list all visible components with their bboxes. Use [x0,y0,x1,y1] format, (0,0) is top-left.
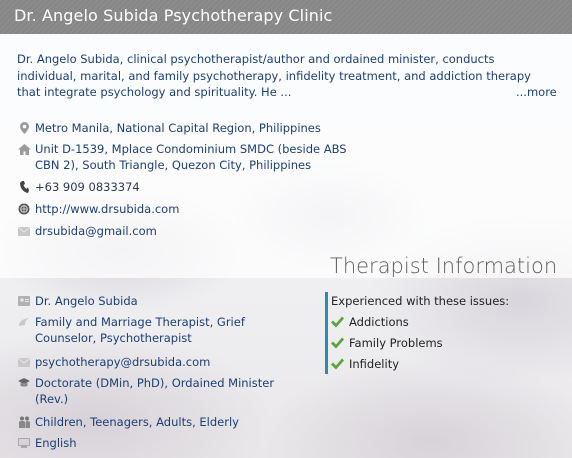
issue-label: Infidelity [349,357,400,371]
envelope-icon [17,355,31,369]
email-row[interactable]: drsubida@gmail.com [17,223,157,239]
checkmark-icon [331,337,344,349]
degree-text: Doctorate (DMin, PhD), Ordained Minister… [35,376,275,406]
language-text: English [35,436,77,450]
website-row[interactable]: http://www.drsubida.com [17,201,179,217]
language-icon [17,436,31,450]
phone-icon [17,180,31,194]
issue-item: Infidelity [331,356,399,372]
header-bar: Dr. Angelo Subida Psychotherapy Clinic [0,0,572,34]
envelope-icon [17,224,31,238]
description-text: Dr. Angelo Subida, clinical psychotherap… [17,52,531,99]
person-icon [17,294,31,308]
issue-label: Addictions [349,315,409,329]
ages-row: Children, Teenagers, Adults, Elderly [17,414,239,430]
email-link[interactable]: drsubida@gmail.com [35,223,157,239]
home-icon [17,142,31,156]
issues-accent-bar [325,292,328,374]
address-text: Unit D-1539, Mplace Condominium SMDC (be… [35,142,347,172]
issue-item: Addictions [331,314,409,330]
page-title: Dr. Angelo Subida Psychotherapy Clinic [14,6,333,25]
checkmark-icon [331,358,344,370]
therapist-email-row[interactable]: psychotherapy@drsubida.com [17,354,210,370]
address-row: Unit D-1539, Mplace Condominium SMDC (be… [17,141,347,173]
graduation-cap-icon [17,376,31,390]
degree-row: Doctorate (DMin, PhD), Ordained Minister… [17,375,302,407]
issues-title: Experienced with these issues: [331,294,510,308]
map-pin-icon [17,121,31,135]
therapist-email-link[interactable]: psychotherapy@drsubida.com [35,354,210,370]
speech-icon [17,315,31,329]
people-icon [17,415,31,429]
location-row: Metro Manila, National Capital Region, P… [17,120,321,136]
phone-text: +63 909 0833374 [35,180,140,194]
therapist-name-row: Dr. Angelo Subida [17,293,138,309]
globe-icon [17,202,31,216]
section-title: Therapist Information [330,254,558,278]
therapist-titles-row: Family and Marriage Therapist, Grief Cou… [17,314,302,346]
website-link[interactable]: http://www.drsubida.com [35,201,179,217]
more-link[interactable]: ...more [516,85,557,99]
therapist-name: Dr. Angelo Subida [35,294,138,308]
language-row: English [17,435,77,451]
checkmark-icon [331,316,344,328]
issue-label: Family Problems [349,336,443,350]
location-text: Metro Manila, National Capital Region, P… [35,121,321,135]
issue-item: Family Problems [331,335,443,351]
phone-row: +63 909 0833374 [17,179,140,195]
ages-text: Children, Teenagers, Adults, Elderly [35,415,239,429]
therapist-titles: Family and Marriage Therapist, Grief Cou… [35,315,245,345]
